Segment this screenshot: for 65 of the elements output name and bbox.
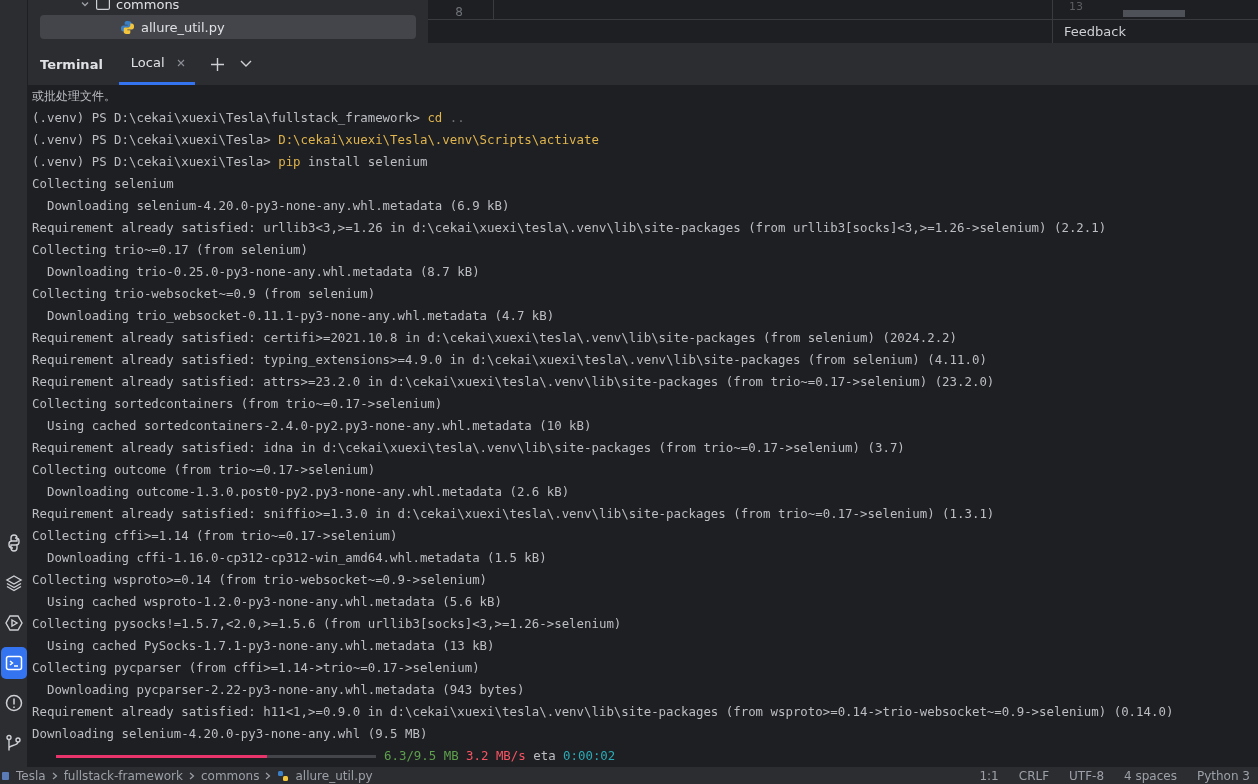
breadcrumb[interactable]: fullstack-framework [63,768,183,783]
layers-icon [4,574,23,592]
terminal-line: Requirement already satisfied: attrs>=23.2.0 in d:\cekai\xuexi\tesla\.venv\lib\site-packages (from trio~=0.17->selenium) (23.2.0) [32,373,996,391]
terminal-tool-button[interactable] [0,647,27,679]
status-item[interactable]: Python 3 [1196,768,1250,783]
terminal-line: Using cached sortedcontainers-2.4.0-py2.py3-none-any.whl.metadata (10 kB) [45,417,593,435]
branch-icon [4,734,23,752]
terminal-line: Collecting cffi>=1.14 (from trio~=0.17->selenium) [32,527,399,545]
scrollbar-thumb[interactable] [1123,10,1185,17]
terminal-line: Requirement already satisfied: sniffio>=1.3.0 in d:\cekai\xuexi\tesla\.venv\lib\site-packages (from trio~=0.17->selenium) (1.3.1) [32,505,996,523]
terminal-line: Collecting wsproto>=0.14 (from trio-websocket~=0.9->selenium) [32,571,489,589]
tool-window-title: Terminal [40,56,103,72]
breadcrumb[interactable]: allure_util.py [295,768,373,783]
terminal-line: (.venv) PS D:\cekai\xuexi\Tesla\fullstack_framework> cd .. [32,109,466,127]
python-file-icon [277,769,290,782]
tree-item[interactable]: commons [116,0,180,12]
python-file-icon [120,19,135,35]
exclamation-icon [4,694,23,712]
terminal-line: Downloading cffi-1.16.0-cp312-cp312-win_amd64.whl.metadata (1.5 kB) [45,549,548,567]
chevron-icon[interactable] [80,0,90,9]
plus-icon[interactable] [210,57,224,71]
terminal-line: Requirement already satisfied: h11<1,>=0.9.0 in d:\cekai\xuexi\tesla\.venv\lib\site-packages (from wsproto>=0.14->trio-websocket~=0.9->selenium) (0.14.0) [32,703,1175,721]
terminal-line: Downloading selenium-4.20.0-py3-none-any.whl (9.5 MB) [32,725,429,743]
terminal-line: Collecting pycparser (from cffi>=1.14->trio~=0.17->selenium) [32,659,481,677]
terminal-line: Collecting selenium [32,175,175,193]
terminal-tab[interactable]: Local [118,43,195,85]
terminal-line: Downloading selenium-4.20.0-py3-none-any.whl.metadata (6.9 kB) [45,197,511,215]
status-item[interactable]: 4 spaces [1124,768,1177,783]
terminal-line: Collecting trio-websocket~=0.9 (from selenium) [32,285,377,303]
chevron-down-icon[interactable] [239,60,252,68]
terminal-line: (.venv) PS D:\cekai\xuexi\Tesla> pip install selenium [32,153,429,171]
terminal-line: Requirement already satisfied: typing_extensions>=4.9.0 in d:\cekai\xuexi\tesla\.venv\lib\site-packages (from selenium) (4.11.0) [32,351,988,369]
status-item[interactable]: 1:1 [979,768,999,783]
terminal-line: Collecting pysocks!=1.5.7,<2.0,>=1.5.6 (from urllib3[socks]<3,>=1.26->selenium) [32,615,623,633]
chevron-icon [265,771,272,780]
breadcrumb[interactable]: commons [200,768,260,783]
terminal-line: Downloading outcome-1.3.0.post0-py2.py3-none-any.whl.metadata (2.6 kB) [45,483,571,501]
status-item[interactable]: UTF-8 [1069,768,1105,783]
terminal-icon [4,654,23,672]
line-number: 8 [455,5,463,19]
chevron-icon [51,771,58,780]
terminal-line: (.venv) PS D:\cekai\xuexi\Tesla> D:\cekai\xuexi\Tesla\.venv\Scripts\activate [32,131,600,149]
play-icon [4,614,23,632]
terminal-line: Downloading trio_websocket-0.11.1-py3-none-any.whl.metadata (4.7 kB) [45,307,556,325]
feedback-link[interactable]: Feedback [1053,20,1258,39]
terminal-line: Downloading trio-0.25.0-py3-none-any.whl.metadata (8.7 kB) [45,263,481,281]
terminal-line: Using cached PySocks-1.7.1-py3-none-any.whl.metadata (13 kB) [45,637,496,655]
line-number: 13 [1069,1,1083,13]
terminal-line: Collecting outcome (from trio~=0.17->selenium) [32,461,377,479]
terminal-line: 或批处理文件。 [32,87,117,105]
terminal-line: Requirement already satisfied: urllib3<3,>=1.26 in d:\cekai\xuexi\tesla\.venv\lib\site-packages (from urllib3[socks]<3,>=1.26->selenium) (2.2.1) [32,219,1108,237]
chevron-icon [188,771,195,780]
tree-item[interactable]: allure_util.py [40,15,416,39]
close-icon[interactable] [176,58,185,67]
breadcrumb[interactable]: Tesla [16,768,46,783]
terminal-line: Downloading pycparser-2.22-py3-none-any.whl.metadata (943 bytes) [45,681,526,699]
terminal-line: Collecting trio~=0.17 (from selenium) [32,241,309,259]
progress-stats: 6.3/9.5 MB 3.2 MB/s eta 0:00:02 [384,747,616,765]
terminal-line: Requirement already satisfied: idna in d:\cekai\xuexi\tesla\.venv\lib\site-packages (from trio~=0.17->selenium) (3.7) [32,439,906,457]
terminal-line: Requirement already satisfied: certifi>=2021.10.8 in d:\cekai\xuexi\tesla\.venv\lib\site-packages (from selenium) (2024.2.2) [32,329,958,347]
terminal-line: Using cached wsproto-1.2.0-py3-none-any.whl.metadata (5.6 kB) [45,593,503,611]
folder-icon [96,0,110,10]
status-item[interactable]: CRLF [1018,768,1050,783]
project-icon [2,770,10,781]
terminal-line: Collecting sortedcontainers (from trio~=0.17->selenium) [32,395,444,413]
